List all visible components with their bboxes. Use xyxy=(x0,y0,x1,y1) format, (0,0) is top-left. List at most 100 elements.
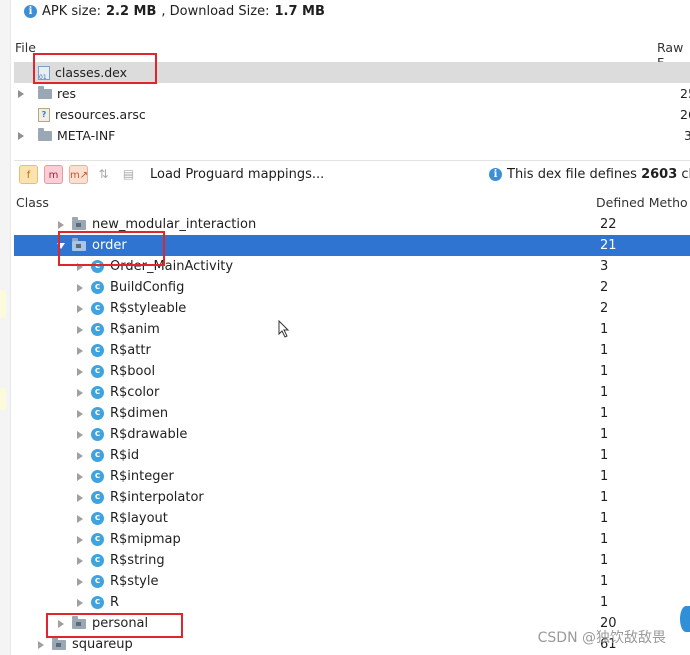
expand-arrow-icon[interactable] xyxy=(75,514,85,523)
class-row[interactable]: c R$style 1 xyxy=(14,571,690,592)
class-name: R$drawable xyxy=(110,427,188,442)
apk-size-label: APK size: xyxy=(42,3,101,19)
class-row[interactable]: c R$styleable 2 xyxy=(14,298,690,319)
class-icon: c xyxy=(91,470,104,483)
expand-arrow-icon[interactable] xyxy=(75,598,85,607)
file-name: res xyxy=(57,86,77,101)
class-row[interactable]: c R$string 1 xyxy=(14,550,690,571)
file-row-meta-inf[interactable]: META-INF 3 xyxy=(14,125,690,146)
expand-arrow-icon[interactable] xyxy=(75,325,85,334)
expand-arrow-icon[interactable] xyxy=(75,346,85,355)
apk-size-summary: i APK size: 2.2 MB, Download Size: 1.7 M… xyxy=(24,2,325,20)
class-row[interactable]: c BuildConfig 2 xyxy=(14,277,690,298)
class-icon: c xyxy=(91,386,104,399)
highlight-box-personal xyxy=(46,613,183,638)
class-name: squareup xyxy=(72,637,133,652)
class-row[interactable]: c R$interpolator 1 xyxy=(14,487,690,508)
expand-arrow-icon[interactable] xyxy=(75,430,85,439)
class-name: R$layout xyxy=(110,511,168,526)
show-referenced-button[interactable]: m↗ xyxy=(69,165,88,184)
class-row[interactable]: c R$color 1 xyxy=(14,382,690,403)
dex-info-prefix: This dex file defines xyxy=(507,167,642,182)
defined-method-count: 2 xyxy=(600,280,609,295)
class-name: new_modular_interaction xyxy=(92,217,257,232)
class-icon: c xyxy=(91,365,104,378)
class-name: R$anim xyxy=(110,322,160,337)
expand-arrow-icon[interactable] xyxy=(75,577,85,586)
download-size-value: 1.7 MB xyxy=(274,3,325,19)
expand-arrow-icon[interactable] xyxy=(75,535,85,544)
file-row-res[interactable]: res 25 xyxy=(14,83,690,104)
show-fields-button[interactable]: f xyxy=(19,165,38,184)
defined-method-count: 1 xyxy=(600,469,609,484)
highlight-box-classes-dex xyxy=(33,53,157,84)
sort-tree-icon[interactable]: ⇅ xyxy=(94,165,113,184)
expand-arrow-icon[interactable] xyxy=(75,556,85,565)
defined-method-count: 1 xyxy=(600,427,609,442)
class-name: R xyxy=(110,595,120,610)
load-proguard-mappings-link[interactable]: Load Proguard mappings... xyxy=(150,167,324,182)
show-methods-button[interactable]: m xyxy=(44,165,63,184)
expand-arrow-icon[interactable] xyxy=(75,472,85,481)
expand-arrow-icon[interactable] xyxy=(75,388,85,397)
expand-arrow-icon[interactable] xyxy=(75,493,85,502)
class-row[interactable]: c R$id 1 xyxy=(14,445,690,466)
file-raw-size: 25 xyxy=(680,86,690,101)
class-icon: c xyxy=(91,281,104,294)
defined-method-count: 22 xyxy=(600,217,617,232)
expand-arrow-icon[interactable] xyxy=(18,131,24,140)
defined-method-count: 1 xyxy=(600,553,609,568)
defined-method-count: 1 xyxy=(600,511,609,526)
defined-method-count: 1 xyxy=(600,406,609,421)
expand-arrow-icon[interactable] xyxy=(75,304,85,313)
class-row[interactable]: cR 1 xyxy=(14,592,690,613)
expand-arrow-icon[interactable] xyxy=(18,89,24,98)
class-row[interactable]: c R$bool 1 xyxy=(14,361,690,382)
class-icon: c xyxy=(91,323,104,336)
class-icon: c xyxy=(91,596,104,609)
class-name: R$bool xyxy=(110,364,156,379)
class-icon: c xyxy=(91,575,104,588)
expand-arrow-icon[interactable] xyxy=(75,367,85,376)
expand-arrow-icon[interactable] xyxy=(56,220,66,229)
class-name: R$mipmap xyxy=(110,532,181,547)
class-row[interactable]: c R$drawable 1 xyxy=(14,424,690,445)
expand-arrow-icon[interactable] xyxy=(75,451,85,460)
column-header-defined-methods[interactable]: Defined Metho xyxy=(596,195,688,210)
defined-method-count: 1 xyxy=(600,448,609,463)
class-name: R$string xyxy=(110,553,165,568)
class-icon: c xyxy=(91,407,104,420)
column-header-class[interactable]: Class xyxy=(16,195,49,210)
defined-method-count: 2 xyxy=(600,301,609,316)
class-row[interactable]: c R$attr 1 xyxy=(14,340,690,361)
info-icon: i xyxy=(489,168,502,181)
folder-icon xyxy=(38,85,52,99)
dex-info-message: i This dex file defines 2603 class xyxy=(489,167,690,182)
defined-method-count: 1 xyxy=(600,532,609,547)
expand-arrow-icon[interactable] xyxy=(36,640,46,649)
class-name: R$dimen xyxy=(110,406,169,421)
class-row[interactable]: c R$dimen 1 xyxy=(14,403,690,424)
class-row[interactable]: c R$mipmap 1 xyxy=(14,529,690,550)
class-icon: c xyxy=(91,554,104,567)
download-size-label: , Download Size: xyxy=(161,3,270,19)
folder-filter-icon[interactable]: ▤ xyxy=(119,165,138,184)
package-folder-icon xyxy=(52,636,66,650)
dex-class-count: 2603 xyxy=(641,167,678,182)
expand-arrow-icon[interactable] xyxy=(75,409,85,418)
class-name: R$attr xyxy=(110,343,151,358)
defined-method-count: 1 xyxy=(600,490,609,505)
file-name: META-INF xyxy=(57,128,116,143)
floating-assistant-icon[interactable] xyxy=(680,606,690,632)
file-row-resources-arsc[interactable]: ? resources.arsc 26 xyxy=(14,104,690,125)
defined-method-count: 3 xyxy=(600,259,609,274)
class-row[interactable]: c R$anim 1 xyxy=(14,319,690,340)
class-name: R$interpolator xyxy=(110,490,204,505)
class-row[interactable]: c R$integer 1 xyxy=(14,466,690,487)
class-icon: c xyxy=(91,344,104,357)
watermark-text: CSDN @独饮敌敌畏 xyxy=(537,630,666,646)
mouse-cursor-icon xyxy=(278,320,290,338)
class-row[interactable]: c R$layout 1 xyxy=(14,508,690,529)
info-icon: i xyxy=(24,4,37,18)
expand-arrow-icon[interactable] xyxy=(75,283,85,292)
